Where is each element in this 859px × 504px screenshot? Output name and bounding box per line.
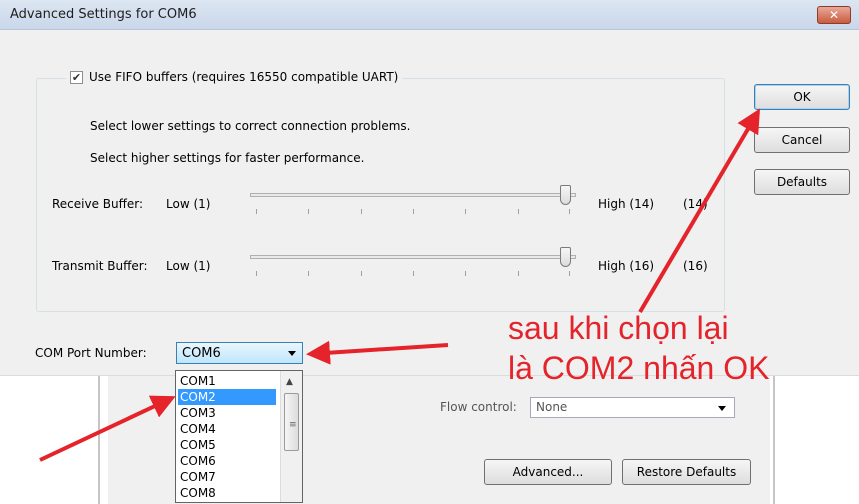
annotation-line-2: là COM2 nhấn OK [508,350,770,386]
title-bar: Advanced Settings for COM6 ✕ [0,0,859,30]
dropdown-option-com6[interactable]: COM6 [178,453,276,469]
hint-higher-settings: Select higher settings for faster perfor… [90,151,365,165]
transmit-buffer-label: Transmit Buffer: [52,259,148,273]
window-frame-left [98,376,100,504]
transmit-buffer-ticks [256,271,570,277]
scroll-up-icon[interactable]: ▲ [286,377,293,387]
transmit-buffer-value: (16) [683,259,708,273]
transmit-buffer-low-label: Low (1) [166,259,211,273]
com-port-dropdown-list[interactable]: COM1 COM2 COM3 COM4 COM5 COM6 COM7 COM8 … [175,370,303,503]
restore-defaults-button[interactable]: Restore Defaults [622,459,751,485]
flow-control-select[interactable]: None [530,397,735,418]
com-port-combobox[interactable]: COM6 [176,342,303,364]
fifo-option[interactable]: ✔ Use FIFO buffers (requires 16550 compa… [66,70,403,84]
ok-button[interactable]: OK [754,84,850,110]
close-icon: ✕ [828,8,840,22]
transmit-buffer-slider-thumb[interactable] [560,247,571,267]
dropdown-scrollbar[interactable]: ▲ ≡ [280,371,302,502]
dropdown-option-com2[interactable]: COM2 [178,389,276,405]
advanced-button[interactable]: Advanced... [484,459,612,485]
advanced-settings-dialog: Advanced Settings for COM6 ✕ ✔ Use FIFO … [0,0,859,375]
flow-control-label: Flow control: [440,400,517,414]
flow-control-value: None [536,400,568,414]
com-port-label: COM Port Number: [35,346,147,360]
window-title: Advanced Settings for COM6 [10,7,197,22]
defaults-button[interactable]: Defaults [754,169,850,195]
dropdown-option-com3[interactable]: COM3 [178,405,276,421]
fifo-checkbox-label: Use FIFO buffers (requires 16550 compati… [89,70,399,84]
dropdown-option-com8[interactable]: COM8 [178,485,276,501]
receive-buffer-slider-thumb[interactable] [560,185,571,205]
grip-icon: ≡ [289,420,297,430]
close-button[interactable]: ✕ [817,6,851,24]
dropdown-option-com7[interactable]: COM7 [178,469,276,485]
scrollbar-thumb[interactable]: ≡ [284,393,299,451]
receive-buffer-value: (14) [683,197,708,211]
dropdown-option-com4[interactable]: COM4 [178,421,276,437]
chevron-down-icon [718,406,726,411]
receive-buffer-label: Receive Buffer: [52,197,144,211]
chevron-down-icon [288,351,296,356]
dropdown-option-com1[interactable]: COM1 [178,373,276,389]
dropdown-option-com5[interactable]: COM5 [178,437,276,453]
window-frame-right [773,376,775,504]
com-port-selected-value: COM6 [182,346,221,361]
receive-buffer-track [250,193,576,197]
receive-buffer-ticks [256,209,570,215]
cancel-button[interactable]: Cancel [754,127,850,153]
transmit-buffer-high-label: High (16) [598,259,655,273]
receive-buffer-high-label: High (14) [598,197,655,211]
fifo-checkbox[interactable]: ✔ [70,70,83,84]
receive-buffer-low-label: Low (1) [166,197,211,211]
annotation-line-1: sau khi chọn lại [508,310,729,346]
transmit-buffer-track [250,255,576,259]
hint-lower-settings: Select lower settings to correct connect… [90,119,411,133]
